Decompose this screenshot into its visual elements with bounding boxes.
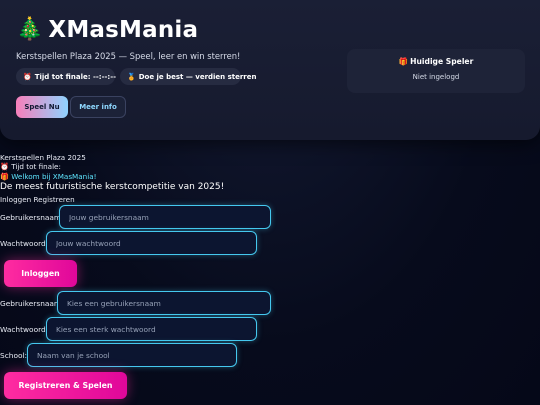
login-username-input[interactable]: [59, 205, 271, 229]
timer-pill: ⏰ Tijd tot finale: --:--:--: [16, 68, 116, 85]
best-pill-label: Doe je best — verdien sterren: [138, 72, 257, 81]
timer-line: ⏰ Tijd tot finale:: [0, 162, 61, 171]
register-username-input[interactable]: [57, 291, 271, 315]
register-password-input[interactable]: [46, 317, 257, 341]
gift-icon: 🎁: [0, 172, 9, 181]
register-school-input[interactable]: [27, 343, 237, 367]
login-password-label: Wachtwoord:: [0, 239, 49, 248]
play-now-button[interactable]: Speel Nu: [16, 96, 68, 118]
register-password-label: Wachtwoord:: [0, 325, 49, 334]
register-school-label: School:: [0, 351, 28, 360]
auth-tabs[interactable]: Inloggen Registreren: [0, 195, 75, 204]
medal-icon: 🏅: [127, 72, 136, 81]
best-pill: 🏅 Doe je best — verdien sterren: [120, 68, 257, 85]
alarm-clock-icon: ⏰: [23, 72, 32, 81]
current-player-card: 🎁 Huidige Speler Niet ingelogd: [347, 49, 525, 93]
login-username-label: Gebruikersnaam:: [0, 213, 64, 222]
gift-icon: 🎁: [398, 57, 409, 66]
brand: 🎄 XMasMania: [16, 16, 198, 44]
register-username-label: Gebruikersnaam:: [0, 299, 64, 308]
timer-pill-label: Tijd tot finale:: [34, 72, 91, 81]
app-title: XMasMania: [48, 17, 199, 43]
header-subtitle: Kerstspellen Plaza 2025 — Speel, leer en…: [16, 51, 241, 61]
alarm-clock-icon: ⏰: [0, 162, 9, 171]
plaza-title: Kerstspellen Plaza 2025: [0, 153, 86, 162]
login-button[interactable]: Inloggen: [4, 260, 77, 287]
christmas-tree-icon: 🎄: [16, 17, 44, 42]
player-card-title: 🎁 Huidige Speler: [347, 57, 525, 66]
header: 🎄 XMasMania Kerstspellen Plaza 2025 — Sp…: [0, 0, 540, 140]
register-play-button[interactable]: Registreren & Spelen: [4, 372, 127, 399]
timer-text: Tijd tot finale:: [11, 162, 61, 171]
more-info-button[interactable]: Meer info: [70, 96, 126, 118]
player-card-title-text: Huidige Speler: [410, 57, 474, 66]
tagline: De meest futuristische kerstcompetitie v…: [0, 182, 225, 192]
player-status: Niet ingelogd: [412, 73, 460, 81]
timer-pill-value: --:--:--: [92, 72, 116, 81]
login-password-input[interactable]: [46, 231, 257, 255]
welcome-message: 🎁 Welkom bij XMasMania!: [0, 172, 97, 181]
welcome-text: Welkom bij XMasMania!: [11, 172, 97, 181]
